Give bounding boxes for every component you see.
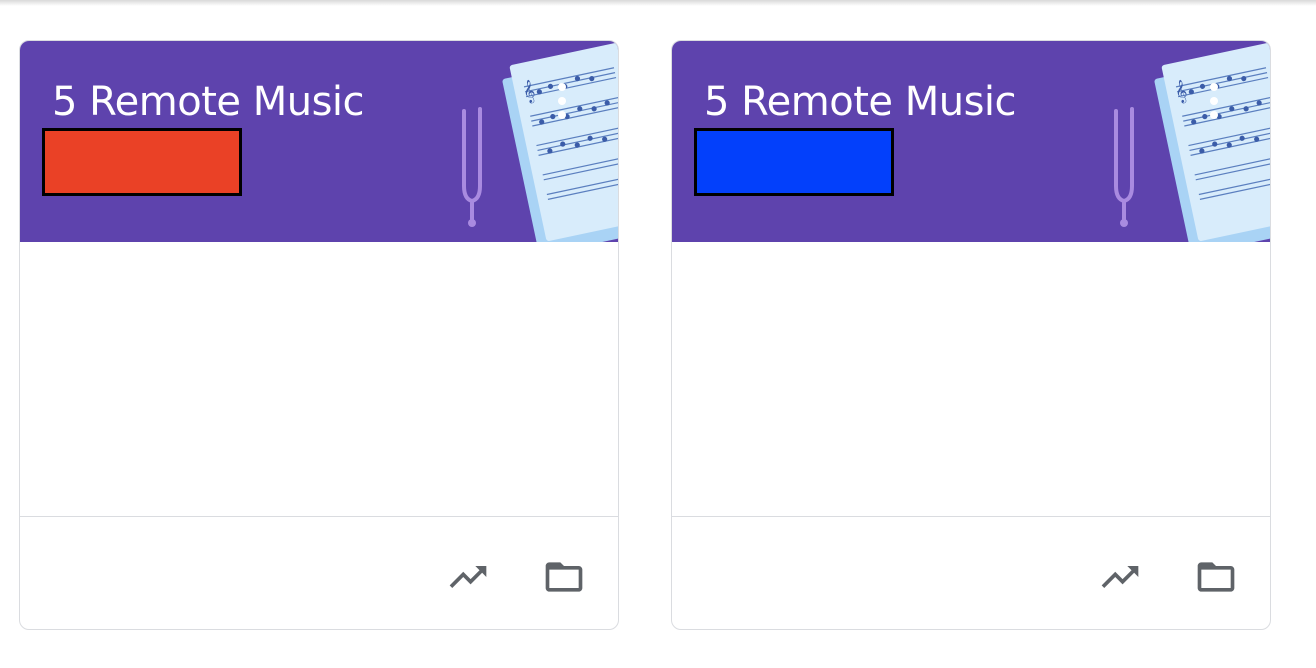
dot	[1210, 97, 1218, 105]
open-gradebook-button[interactable]	[1098, 555, 1142, 599]
open-folder-button[interactable]	[542, 555, 586, 599]
card-divider	[672, 516, 1270, 517]
class-card[interactable]: 𝄞 5 Remote Music	[671, 40, 1271, 630]
dot	[558, 97, 566, 105]
redacted-section	[694, 128, 894, 196]
dot	[1210, 83, 1218, 91]
class-title-link[interactable]: 5 Remote Music	[704, 79, 1017, 125]
class-card[interactable]: 𝄞 5 Remote Music	[19, 40, 619, 630]
dot	[558, 83, 566, 91]
dot	[558, 111, 566, 119]
redacted-section	[42, 128, 242, 196]
folder-icon	[545, 562, 583, 592]
trending-up-icon	[1101, 566, 1139, 588]
dot	[1210, 111, 1218, 119]
open-gradebook-button[interactable]	[446, 555, 490, 599]
class-card-banner[interactable]: 𝄞 5 Remote Music	[20, 41, 618, 242]
music-illustration: 𝄞	[1114, 43, 1270, 242]
card-divider	[20, 516, 618, 517]
music-illustration: 𝄞	[462, 43, 618, 242]
class-title-link[interactable]: 5 Remote Music	[52, 79, 365, 125]
app-bar-shadow	[0, 0, 1316, 6]
trending-up-icon	[449, 566, 487, 588]
open-folder-button[interactable]	[1194, 555, 1238, 599]
more-options-button[interactable]	[550, 81, 574, 121]
folder-icon	[1197, 562, 1235, 592]
more-options-button[interactable]	[1202, 81, 1226, 121]
class-card-banner[interactable]: 𝄞 5 Remote Music	[672, 41, 1270, 242]
